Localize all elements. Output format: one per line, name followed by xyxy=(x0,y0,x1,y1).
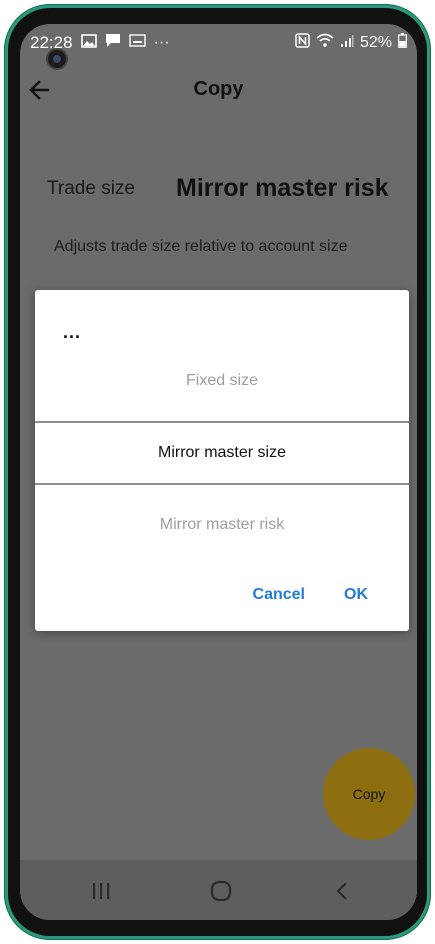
picker-selection-divider-top xyxy=(35,421,409,423)
trade-size-description: Adjusts trade size relative to account s… xyxy=(54,238,348,255)
app-header: Copy xyxy=(20,68,417,112)
status-bar: 22:28 ··· 52% xyxy=(20,24,417,60)
signal-icon xyxy=(340,34,354,53)
front-camera xyxy=(46,48,68,70)
trade-size-label: Trade size xyxy=(47,178,135,199)
screen: 22:28 ··· 52% Copy Trade size Mirror mas… xyxy=(20,24,417,920)
battery-percent: 52% xyxy=(359,34,392,51)
trade-size-row[interactable]: Trade size Mirror master risk xyxy=(20,172,417,212)
picker-selection-divider-bottom xyxy=(35,483,409,485)
picker-option-mirror-master-risk[interactable]: Mirror master risk xyxy=(35,516,409,534)
nav-back-icon[interactable] xyxy=(328,878,358,904)
battery-icon xyxy=(398,33,407,53)
message-icon xyxy=(105,33,121,53)
picker-option-mirror-master-size[interactable]: Mirror master size xyxy=(35,444,409,462)
page-title: Copy xyxy=(193,78,244,100)
cancel-button[interactable]: Cancel xyxy=(253,586,305,604)
status-right: 52% xyxy=(295,33,407,53)
ok-button[interactable]: OK xyxy=(344,586,368,604)
wifi-icon xyxy=(316,33,334,53)
home-icon[interactable] xyxy=(206,878,236,904)
trade-size-value[interactable]: Mirror master risk xyxy=(176,174,389,203)
more-notifications-icon: ··· xyxy=(153,34,170,51)
nfc-icon xyxy=(295,33,310,53)
copy-fab-button[interactable]: Copy xyxy=(323,748,415,840)
picker-option-fixed-size[interactable]: Fixed size xyxy=(35,372,409,390)
trade-size-picker-dialog: ... Fixed size Mirror master size Mirror… xyxy=(35,290,409,631)
recents-icon[interactable] xyxy=(86,878,116,904)
gallery-icon xyxy=(80,33,97,53)
keyboard-icon xyxy=(128,34,146,52)
dialog-title: ... xyxy=(63,322,82,342)
system-nav-bar xyxy=(20,860,417,920)
